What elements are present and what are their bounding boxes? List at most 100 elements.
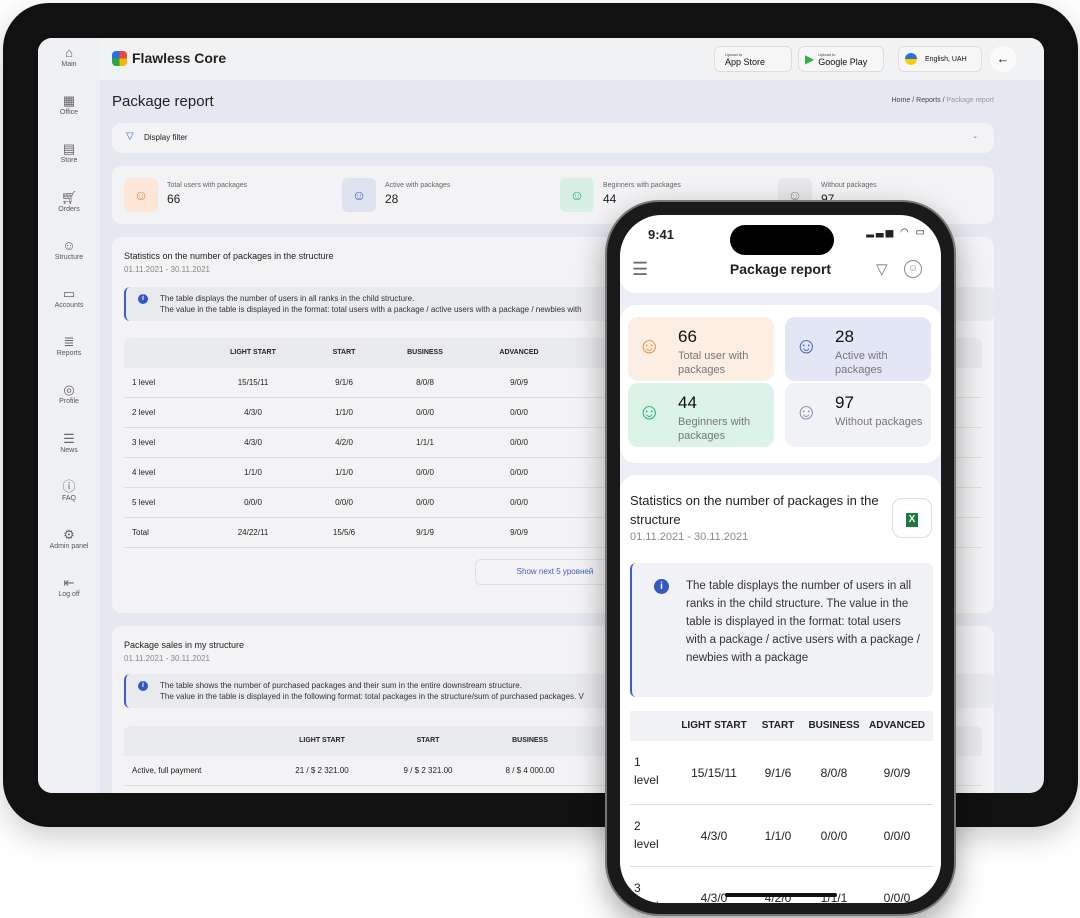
phone-header: 9:41 ▂▃▅ ◠ ▭ ☰ Package report ▽ ☺ (620, 215, 941, 293)
sidebar-item-label: Store (60, 157, 78, 165)
sidebar-item-faq[interactable]: ⓘ FAQ (38, 478, 100, 502)
table-cell: 0/0/0 (244, 498, 262, 507)
info-note: i The table displays the number of users … (630, 563, 933, 697)
stat-card: ☺ 28 Active with packages (785, 317, 931, 381)
info-icon: i (138, 681, 148, 691)
table-cell: 1 level (634, 755, 659, 787)
sidebar-item-news[interactable]: ☰ News (38, 430, 100, 454)
filter-label: Display filter (144, 133, 188, 142)
table-row: 1 level 15/15/11 9/1/6 8/0/8 9/0/9 (630, 741, 933, 805)
document-icon: ≣ (63, 334, 75, 350)
column-header: START (416, 737, 440, 744)
table-cell: 9/0/9 (510, 528, 528, 537)
sidebar: ⌂ Main ▦ Office ▤ Store 🛒︎ Orders ☺ Structure ▭ Acc… (38, 38, 100, 793)
display-filter[interactable]: ▽ Display filter ⌄ (112, 123, 994, 153)
column-header: LIGHT START (299, 737, 345, 744)
stat-label: Active with packages (835, 350, 888, 376)
table-row: 3 level 4/3/0 4/2/0 1/1/1 0/0/0 (630, 867, 933, 903)
sidebar-item-label: Profile (59, 398, 79, 406)
info-icon: ⓘ (62, 478, 76, 494)
table-cell: 0/0/0 (883, 891, 911, 903)
back-arrow-icon[interactable]: ← (990, 46, 1016, 72)
sidebar-item-label: News (60, 446, 78, 454)
google-play-button[interactable]: ▶ Upload to Google Play (798, 46, 884, 72)
table-cell: 0/0/0 (416, 408, 434, 417)
sidebar-item-log-off[interactable]: ⇤ Log off (38, 574, 100, 598)
breadcrumb-current: Package report (946, 97, 994, 104)
table-cell: 5 level (132, 498, 156, 507)
logo[interactable]: Flawless Core (112, 50, 226, 66)
table-cell: 0/0/0 (883, 829, 911, 843)
sidebar-item-label: Structure (54, 253, 84, 261)
info-text: The table displays the number of users i… (686, 580, 920, 664)
stat-label: Active with packages (385, 182, 451, 189)
page-title: Package report (112, 93, 214, 110)
table-cell: 0/0/0 (510, 408, 528, 417)
user-group-icon: ☺ (342, 178, 376, 212)
logout-icon: ⇤ (63, 575, 75, 591)
stat-card: ☺ 66 Total user with packages (628, 317, 774, 381)
sidebar-item-admin-panel[interactable]: ⚙ Admin panel (38, 526, 100, 550)
news-icon: ☰ (63, 430, 75, 446)
breadcrumb-home[interactable]: Home (892, 97, 911, 104)
table-cell: Active, full payment (132, 766, 202, 775)
stat-value: 66 (678, 327, 697, 346)
table-cell: 0/0/0 (416, 468, 434, 477)
section-date: 01.11.2021 - 30.11.2021 (124, 265, 210, 274)
sidebar-item-label: Orders (58, 205, 80, 213)
table-cell: 0/0/0 (510, 468, 528, 477)
sidebar-item-accounts[interactable]: ▭ Accounts (38, 285, 100, 309)
sidebar-item-office[interactable]: ▦ Office (38, 92, 100, 116)
sidebar-item-store[interactable]: ▤ Store (38, 140, 100, 164)
table-cell: 4/3/0 (244, 438, 262, 447)
table-cell: 9/1/9 (416, 528, 434, 537)
table-row: 2 level 4/3/0 1/1/0 0/0/0 0/0/0 (630, 805, 933, 867)
user-icon: ☺ (638, 333, 661, 358)
stat-value: 97 (835, 393, 854, 412)
table-cell: 9/1/6 (764, 766, 792, 780)
sidebar-item-structure[interactable]: ☺ Structure (38, 237, 100, 261)
excel-export-button[interactable]: X (892, 498, 932, 538)
table-cell: 21 / $ 2 321.00 (295, 766, 349, 775)
users-icon: ☺ (62, 237, 76, 253)
app-store-label: App Store (725, 56, 766, 67)
table-header: LIGHT START START BUSINESS ADVANCED (630, 711, 933, 741)
profile-icon: ◎ (63, 382, 75, 398)
language-selector[interactable]: English, UAH (898, 46, 982, 72)
table-cell: 1/1/1 (820, 891, 848, 903)
table-cell: 8/0/8 (416, 378, 434, 387)
table-cell: 15/15/11 (691, 766, 737, 780)
grid-icon: ▦ (62, 93, 76, 109)
stat-value: 66 (167, 192, 181, 206)
sidebar-item-orders[interactable]: 🛒︎ Orders (38, 189, 100, 213)
gear-icon: ⚙ (63, 527, 75, 542)
sidebar-item-reports[interactable]: ≣ Reports (38, 333, 100, 357)
table-cell: 4 level (132, 468, 156, 477)
table-cell: 3 level (132, 438, 156, 447)
stat-label: Beginners with packages (603, 182, 681, 189)
sidebar-item-profile[interactable]: ◎ Profile (38, 381, 100, 405)
phone-screen: 9:41 ▂▃▅ ◠ ▭ ☰ Package report ▽ ☺ ☺ 66 Tot… (620, 215, 941, 903)
table-cell: 9/1/6 (335, 378, 353, 387)
table-cell: 1 level (132, 378, 156, 387)
filter-icon[interactable]: ▽ (876, 260, 888, 278)
profile-icon[interactable]: ☺ (904, 260, 922, 278)
column-header: LIGHT START (230, 349, 276, 356)
sidebar-item-label: Reports (56, 350, 82, 358)
app-store-button[interactable]: Upload to App Store (714, 46, 792, 72)
table-cell: 1/1/0 (764, 829, 792, 843)
stat-label: Without packages (821, 182, 877, 189)
phone-packages-table: LIGHT START START BUSINESS ADVANCED 1 level 1… (630, 711, 933, 903)
wallet-icon: ▭ (62, 286, 76, 301)
table-cell: 0/0/0 (416, 498, 434, 507)
sidebar-item-label: FAQ (61, 494, 76, 502)
language-label: English, UAH (925, 55, 967, 63)
table-cell: 1/1/0 (335, 408, 353, 417)
sidebar-item-main[interactable]: ⌂ Main (38, 44, 100, 68)
column-header: ADVANCED (869, 720, 925, 731)
status-time: 9:41 (648, 227, 675, 242)
table-cell: 4/3/0 (244, 408, 262, 417)
user-icon: ☺ (795, 333, 818, 358)
table-cell: 4/3/0 (700, 891, 728, 903)
breadcrumb-reports[interactable]: Reports (916, 97, 941, 104)
